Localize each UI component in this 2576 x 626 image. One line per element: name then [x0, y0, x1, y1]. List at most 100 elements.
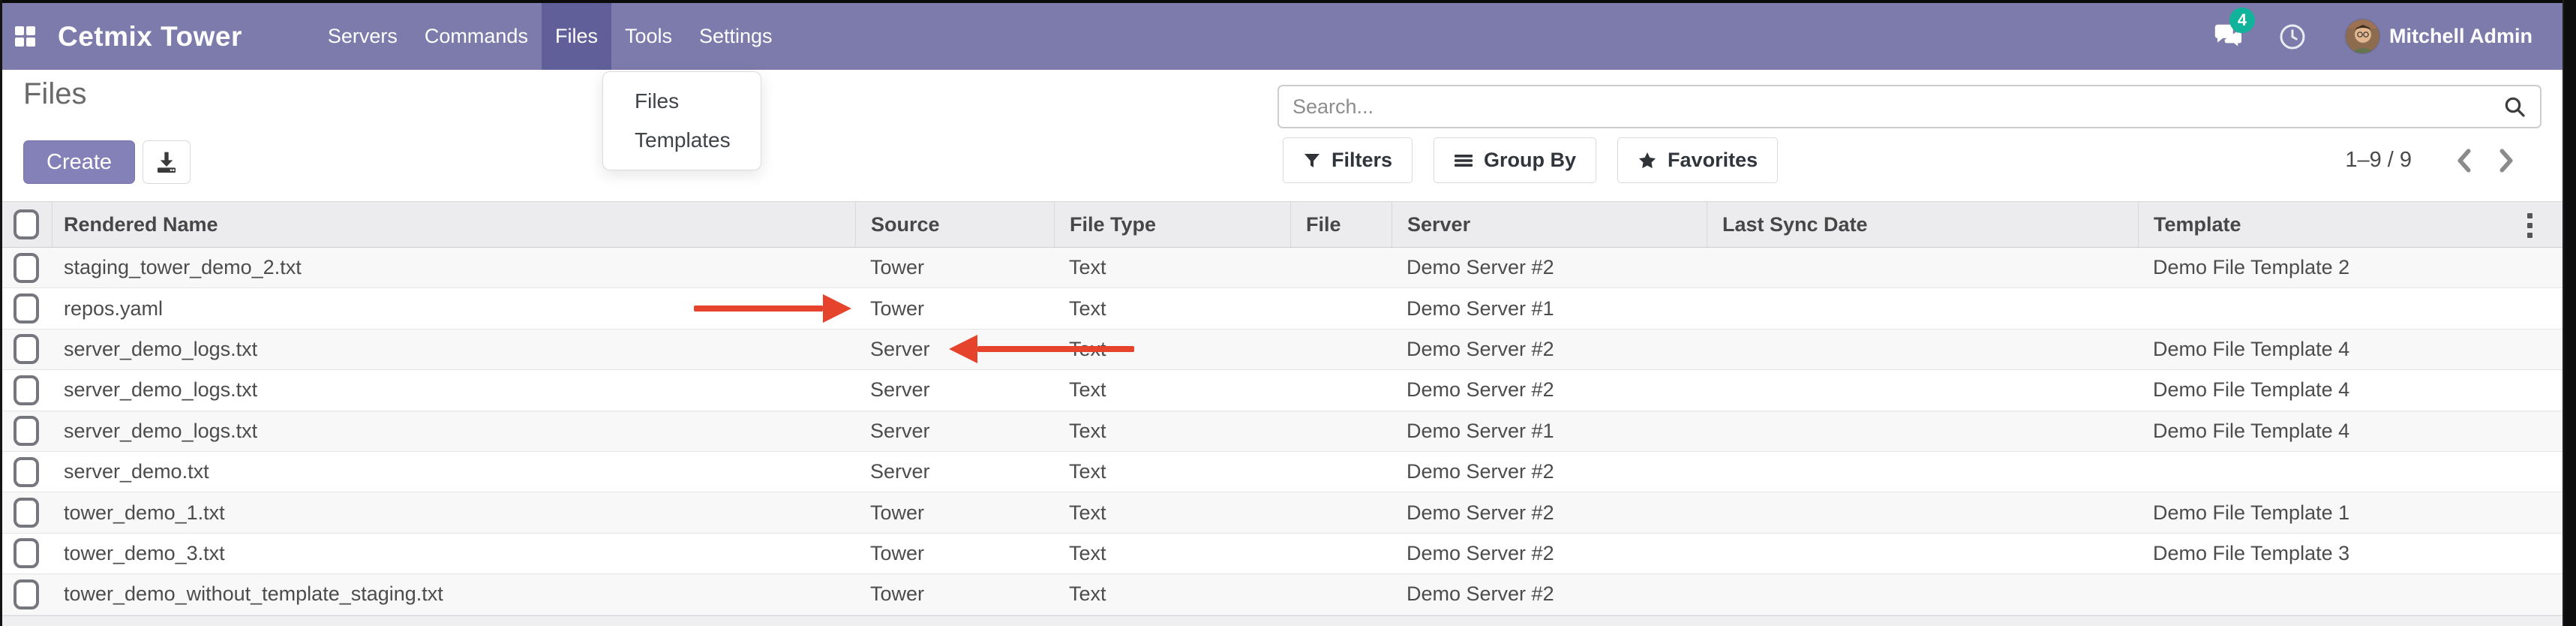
optional-columns-toggle[interactable] [2514, 202, 2544, 248]
cell-template[interactable]: Demo File Template 4 [2138, 420, 2562, 443]
table-row[interactable]: staging_tower_demo_2.txt Tower Text Demo… [0, 248, 2562, 288]
cell-file-type[interactable]: Text [1054, 542, 1290, 565]
cell-template[interactable]: Demo File Template 3 [2138, 542, 2562, 565]
cell-source[interactable]: Server [855, 420, 1054, 443]
favorites-label: Favorites [1668, 149, 1758, 172]
cell-server[interactable]: Demo Server #2 [1392, 542, 1707, 565]
cell-rendered-name[interactable]: tower_demo_1.txt [53, 501, 855, 525]
cell-file-type[interactable]: Text [1054, 420, 1290, 443]
column-header-file-type[interactable]: File Type [1054, 202, 1290, 247]
table-row[interactable]: server_demo_logs.txt Server Text Demo Se… [0, 411, 2562, 452]
cell-server[interactable]: Demo Server #2 [1392, 501, 1707, 525]
search-options: Filters Group By Favorites [1283, 137, 1778, 183]
cell-server[interactable]: Demo Server #2 [1392, 256, 1707, 279]
group-by-button[interactable]: Group By [1434, 137, 1596, 183]
row-checkbox[interactable] [14, 375, 39, 405]
download-icon [155, 150, 179, 174]
nav-item-servers[interactable]: Servers [314, 3, 411, 70]
menu-item-templates[interactable]: Templates [603, 121, 761, 160]
nav-item-files[interactable]: Files [542, 3, 611, 70]
cell-source[interactable]: Tower [855, 542, 1054, 565]
brand-title[interactable]: Cetmix Tower [58, 3, 242, 70]
cell-source[interactable]: Tower [855, 501, 1054, 525]
pager-next-button[interactable] [2485, 148, 2527, 173]
messages-button[interactable]: 4 [2211, 20, 2246, 54]
cell-rendered-name[interactable]: tower_demo_without_template_staging.txt [53, 582, 855, 606]
chevron-left-icon [2454, 148, 2475, 173]
row-checkbox[interactable] [14, 538, 39, 568]
select-all-checkbox[interactable] [14, 209, 39, 239]
column-header-source[interactable]: Source [855, 202, 1054, 247]
cell-rendered-name[interactable]: tower_demo_3.txt [53, 542, 855, 565]
cell-template[interactable]: Demo File Template 4 [2138, 338, 2562, 361]
create-button[interactable]: Create [23, 140, 135, 184]
table-row[interactable]: tower_demo_3.txt Tower Text Demo Server … [0, 534, 2562, 574]
cell-source[interactable]: Tower [855, 297, 1054, 321]
table-row[interactable]: server_demo.txt Server Text Demo Server … [0, 452, 2562, 492]
filters-button[interactable]: Filters [1283, 137, 1413, 183]
cell-template[interactable]: Demo File Template 4 [2138, 378, 2562, 402]
row-checkbox-cell [0, 370, 53, 410]
cell-file-type[interactable]: Text [1054, 460, 1290, 483]
chevron-right-icon [2496, 148, 2517, 173]
row-checkbox-cell [0, 534, 53, 573]
cell-rendered-name[interactable]: staging_tower_demo_2.txt [53, 256, 855, 279]
cell-server[interactable]: Demo Server #2 [1392, 378, 1707, 402]
cell-server[interactable]: Demo Server #2 [1392, 338, 1707, 361]
column-header-last-sync-date[interactable]: Last Sync Date [1707, 202, 2138, 247]
user-avatar[interactable] [2345, 19, 2380, 54]
pager-previous-button[interactable] [2443, 148, 2485, 173]
cell-file-type[interactable]: Text [1054, 256, 1290, 279]
cell-server[interactable]: Demo Server #1 [1392, 297, 1707, 321]
column-header-server[interactable]: Server [1392, 202, 1707, 247]
row-checkbox[interactable] [14, 579, 39, 609]
row-checkbox[interactable] [14, 253, 39, 283]
cell-rendered-name[interactable]: server_demo_logs.txt [53, 420, 855, 443]
row-checkbox-cell [0, 574, 53, 614]
user-menu[interactable]: Mitchell Admin [2389, 25, 2532, 48]
cell-source[interactable]: Server [855, 460, 1054, 483]
table-row[interactable]: server_demo_logs.txt Server Text Demo Se… [0, 330, 2562, 370]
cell-source[interactable]: Server [855, 378, 1054, 402]
activities-button[interactable] [2279, 23, 2306, 50]
row-checkbox[interactable] [14, 416, 39, 446]
table-row[interactable]: tower_demo_1.txt Tower Text Demo Server … [0, 492, 2562, 533]
cell-server[interactable]: Demo Server #2 [1392, 582, 1707, 606]
files-dropdown-menu: Files Templates [602, 71, 761, 170]
menu-item-files[interactable]: Files [603, 82, 761, 121]
cell-file-type[interactable]: Text [1054, 378, 1290, 402]
cell-rendered-name[interactable]: server_demo_logs.txt [53, 338, 855, 361]
cell-server[interactable]: Demo Server #2 [1392, 460, 1707, 483]
nav-item-tools[interactable]: Tools [611, 3, 686, 70]
cell-server[interactable]: Demo Server #1 [1392, 420, 1707, 443]
table-row[interactable]: tower_demo_without_template_staging.txt … [0, 574, 2562, 615]
apps-menu-button[interactable] [0, 3, 35, 70]
nav-item-commands[interactable]: Commands [411, 3, 542, 70]
files-list-table: Rendered Name Source File Type File Serv… [0, 201, 2562, 626]
cell-rendered-name[interactable]: server_demo_logs.txt [53, 378, 855, 402]
cell-source[interactable]: Tower [855, 582, 1054, 606]
column-header-rendered-name[interactable]: Rendered Name [53, 202, 855, 247]
row-checkbox[interactable] [14, 498, 39, 528]
column-header-template[interactable]: Template [2138, 202, 2562, 247]
cell-file-type[interactable]: Text [1054, 582, 1290, 606]
row-checkbox-cell [0, 288, 53, 328]
favorites-button[interactable]: Favorites [1617, 137, 1778, 183]
row-checkbox[interactable] [14, 293, 39, 324]
search-icon[interactable] [2502, 95, 2526, 119]
nav-item-settings[interactable]: Settings [686, 3, 786, 70]
export-button[interactable] [143, 140, 191, 184]
table-row[interactable]: repos.yaml Tower Text Demo Server #1 [0, 288, 2562, 329]
cell-source[interactable]: Tower [855, 256, 1054, 279]
cell-file-type[interactable]: Text [1054, 501, 1290, 525]
column-header-file[interactable]: File [1290, 202, 1392, 247]
cell-file-type[interactable]: Text [1054, 297, 1290, 321]
cell-rendered-name[interactable]: server_demo.txt [53, 460, 855, 483]
table-row[interactable]: server_demo_logs.txt Server Text Demo Se… [0, 370, 2562, 411]
row-checkbox[interactable] [14, 457, 39, 487]
search-input[interactable] [1293, 95, 2502, 119]
table-header-row: Rendered Name Source File Type File Serv… [0, 201, 2562, 248]
cell-template[interactable]: Demo File Template 2 [2138, 256, 2562, 279]
row-checkbox[interactable] [14, 334, 39, 364]
cell-template[interactable]: Demo File Template 1 [2138, 501, 2562, 525]
